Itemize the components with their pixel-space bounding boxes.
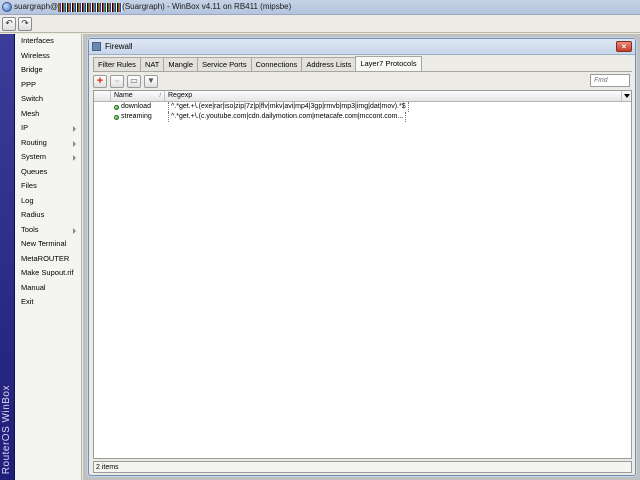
l7-protocols-table: Name / Regexp download ^.*get.+\.(exe|rar|…: [93, 90, 632, 459]
tab-mangle[interactable]: Mangle: [163, 57, 198, 71]
add-button[interactable]: +: [93, 74, 107, 88]
menu-item-label: PPP: [21, 79, 37, 89]
tab-address-lists[interactable]: Address Lists: [301, 57, 357, 71]
redo-icon[interactable]: ↷: [18, 16, 32, 31]
tab-service-ports[interactable]: Service Ports: [197, 57, 252, 71]
menu-item-interfaces[interactable]: Interfaces: [15, 34, 81, 49]
menu-item-label: Log: [21, 195, 34, 205]
menu-item-label: Tools: [21, 224, 39, 234]
close-button[interactable]: ×: [616, 41, 632, 52]
menu-item-radius[interactable]: Radius: [15, 208, 81, 223]
menu-item-mesh[interactable]: Mesh: [15, 107, 81, 122]
table-row[interactable]: download ^.*get.+\.(exe|rar|iso|zip|7z|p|…: [94, 102, 631, 112]
table-header: Name / Regexp: [94, 91, 631, 102]
app-title: suargraph@ (Suargraph) - WinBox v4.11 on …: [14, 2, 292, 12]
row-name: download: [121, 103, 151, 110]
submenu-arrow-icon: [73, 227, 76, 234]
brand-strip: RouterOS WinBox: [0, 34, 15, 480]
menu-item-make-supout-rif[interactable]: Make Supout.rif: [15, 266, 81, 281]
row-name: streaming: [121, 113, 152, 120]
submenu-arrow-icon: [73, 140, 76, 147]
tab-nat[interactable]: NAT: [139, 57, 165, 71]
column-header-name[interactable]: Name /: [111, 91, 165, 101]
row-regexp: ^.*get.+\.(exe|rar|iso|zip|7z|p|flv|mkv|…: [168, 102, 409, 112]
menu-item-label: Radius: [21, 210, 45, 219]
menu-item-label: IP: [21, 123, 29, 132]
menu-item-manual[interactable]: Manual: [15, 281, 81, 296]
menu-item-label: Mesh: [21, 108, 40, 118]
undo-icon[interactable]: ↶: [2, 16, 16, 31]
firewall-window: Firewall × Filter Rules NAT Mangle Service …: [88, 38, 636, 476]
tab-divider: [93, 71, 632, 72]
menu-item-tools[interactable]: Tools: [15, 223, 81, 238]
row-regexp-cell: ^.*get.+\.(c.youtube.com|cdn.dailymotion…: [165, 112, 631, 122]
menu-item-label: Queues: [21, 166, 48, 176]
obscured-address: [58, 2, 123, 12]
row-marker: [94, 112, 111, 122]
menu-item-metarouter[interactable]: MetaROUTER: [15, 252, 81, 267]
menu-item-label: Switch: [21, 94, 44, 103]
menu-item-label: Routing: [21, 137, 47, 147]
submenu-arrow-icon: [73, 126, 76, 132]
submenu-arrow-icon: [73, 155, 76, 161]
table-body: download ^.*get.+\.(exe|rar|iso|zip|7z|p|…: [94, 102, 631, 122]
menu-item-label: New Terminal: [21, 239, 67, 248]
menu-item-exit[interactable]: Exit: [15, 295, 81, 310]
winbox-app-icon: [2, 2, 12, 12]
brand-label: RouterOS WinBox: [1, 384, 12, 474]
menu-item-label: Manual: [21, 282, 46, 292]
main-menu: Interfaces Wireless Bridge PPP Switch Mesh IP R…: [15, 34, 82, 480]
tab-layer7-protocols[interactable]: Layer7 Protocols: [355, 56, 422, 71]
main-toolbar: ↶ ↷: [0, 15, 640, 33]
menu-item-label: Make Supout.rif: [21, 268, 74, 277]
menu-item-log[interactable]: Log: [15, 194, 81, 209]
menu-item-label: Wireless: [21, 50, 50, 60]
menu-item-system[interactable]: System: [15, 150, 81, 165]
comment-button[interactable]: ▭: [127, 74, 141, 88]
menu-item-label: Files: [21, 181, 37, 190]
menu-item-ppp[interactable]: PPP: [15, 78, 81, 93]
sort-indicator: /: [159, 93, 161, 99]
app-title-bar: suargraph@ (Suargraph) - WinBox v4.11 on …: [0, 0, 640, 15]
status-bar: 2 items: [93, 461, 632, 473]
menu-item-routing[interactable]: Routing: [15, 136, 81, 151]
header-marker-col: [94, 91, 111, 101]
menu-item-label: Interfaces: [21, 36, 54, 45]
action-bar: + − ▭ ▼: [93, 74, 632, 88]
menu-item-wireless[interactable]: Wireless: [15, 49, 81, 64]
find-input[interactable]: [590, 74, 630, 87]
tab-filter-rules[interactable]: Filter Rules: [93, 57, 141, 71]
firewall-title: Firewall: [105, 42, 133, 51]
window-icon: [92, 42, 101, 51]
row-regexp-cell: ^.*get.+\.(exe|rar|iso|zip|7z|p|flv|mkv|…: [165, 102, 631, 112]
row-marker: [94, 102, 111, 112]
table-row[interactable]: streaming ^.*get.+\.(c.youtube.com|cdn.da…: [94, 112, 631, 122]
menu-item-new-terminal[interactable]: New Terminal: [15, 237, 81, 252]
row-name-cell: download: [111, 102, 165, 112]
firewall-tabs: Filter Rules NAT Mangle Service Ports Connec…: [93, 56, 422, 71]
column-header-regexp[interactable]: Regexp: [165, 91, 621, 101]
tab-connections[interactable]: Connections: [250, 57, 303, 71]
firewall-title-bar[interactable]: Firewall ×: [89, 39, 635, 55]
menu-item-label: MetaROUTER: [21, 253, 70, 263]
remove-button[interactable]: −: [110, 74, 124, 88]
columns-dropdown-icon[interactable]: [621, 91, 631, 101]
row-name-cell: streaming: [111, 112, 165, 122]
enabled-status-icon: [114, 114, 119, 120]
filter-button[interactable]: ▼: [144, 74, 158, 88]
menu-item-switch[interactable]: Switch: [15, 92, 81, 107]
menu-item-label: Bridge: [21, 65, 43, 74]
row-regexp: ^.*get.+\.(c.youtube.com|cdn.dailymotion…: [168, 112, 407, 122]
enabled-status-icon: [114, 104, 119, 110]
menu-item-queues[interactable]: Queues: [15, 165, 81, 180]
menu-item-files[interactable]: Files: [15, 179, 81, 194]
menu-item-label: Exit: [21, 297, 34, 306]
menu-item-ip[interactable]: IP: [15, 121, 81, 136]
menu-item-label: System: [21, 152, 47, 161]
menu-item-bridge[interactable]: Bridge: [15, 63, 81, 78]
